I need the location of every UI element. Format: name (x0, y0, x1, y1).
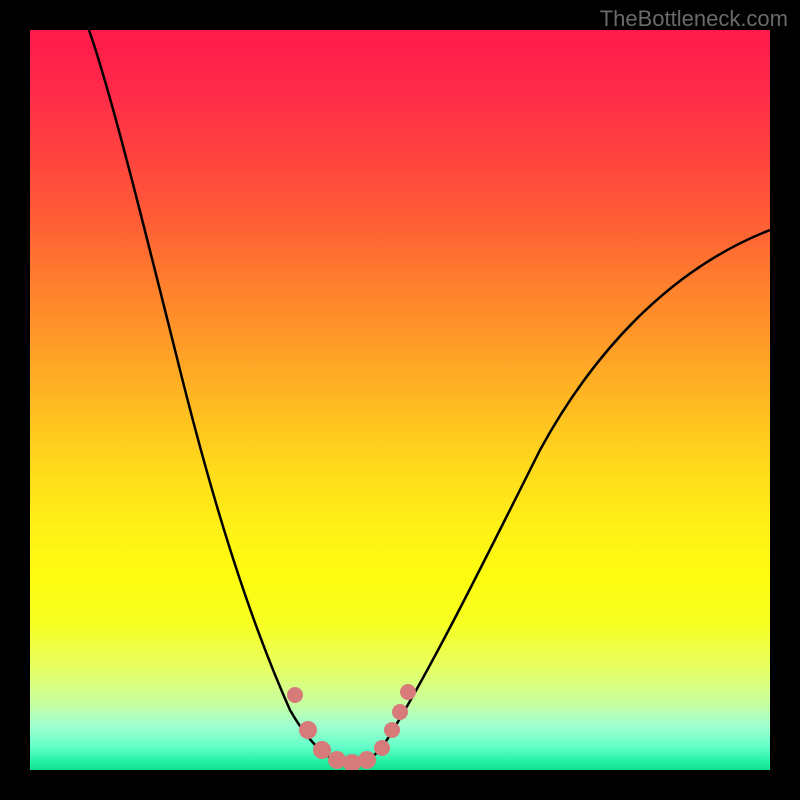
marker-dot (313, 741, 331, 759)
chart-svg (30, 30, 770, 770)
trough-markers (287, 684, 416, 770)
marker-dot (358, 751, 376, 769)
marker-dot (400, 684, 416, 700)
marker-dot (299, 721, 317, 739)
bottleneck-curve (89, 30, 770, 765)
marker-dot (328, 751, 346, 769)
plot-area (30, 30, 770, 770)
marker-dot (287, 687, 303, 703)
marker-dot (384, 722, 400, 738)
marker-dot (392, 704, 408, 720)
watermark-text: TheBottleneck.com (600, 6, 788, 32)
marker-dot (374, 740, 390, 756)
